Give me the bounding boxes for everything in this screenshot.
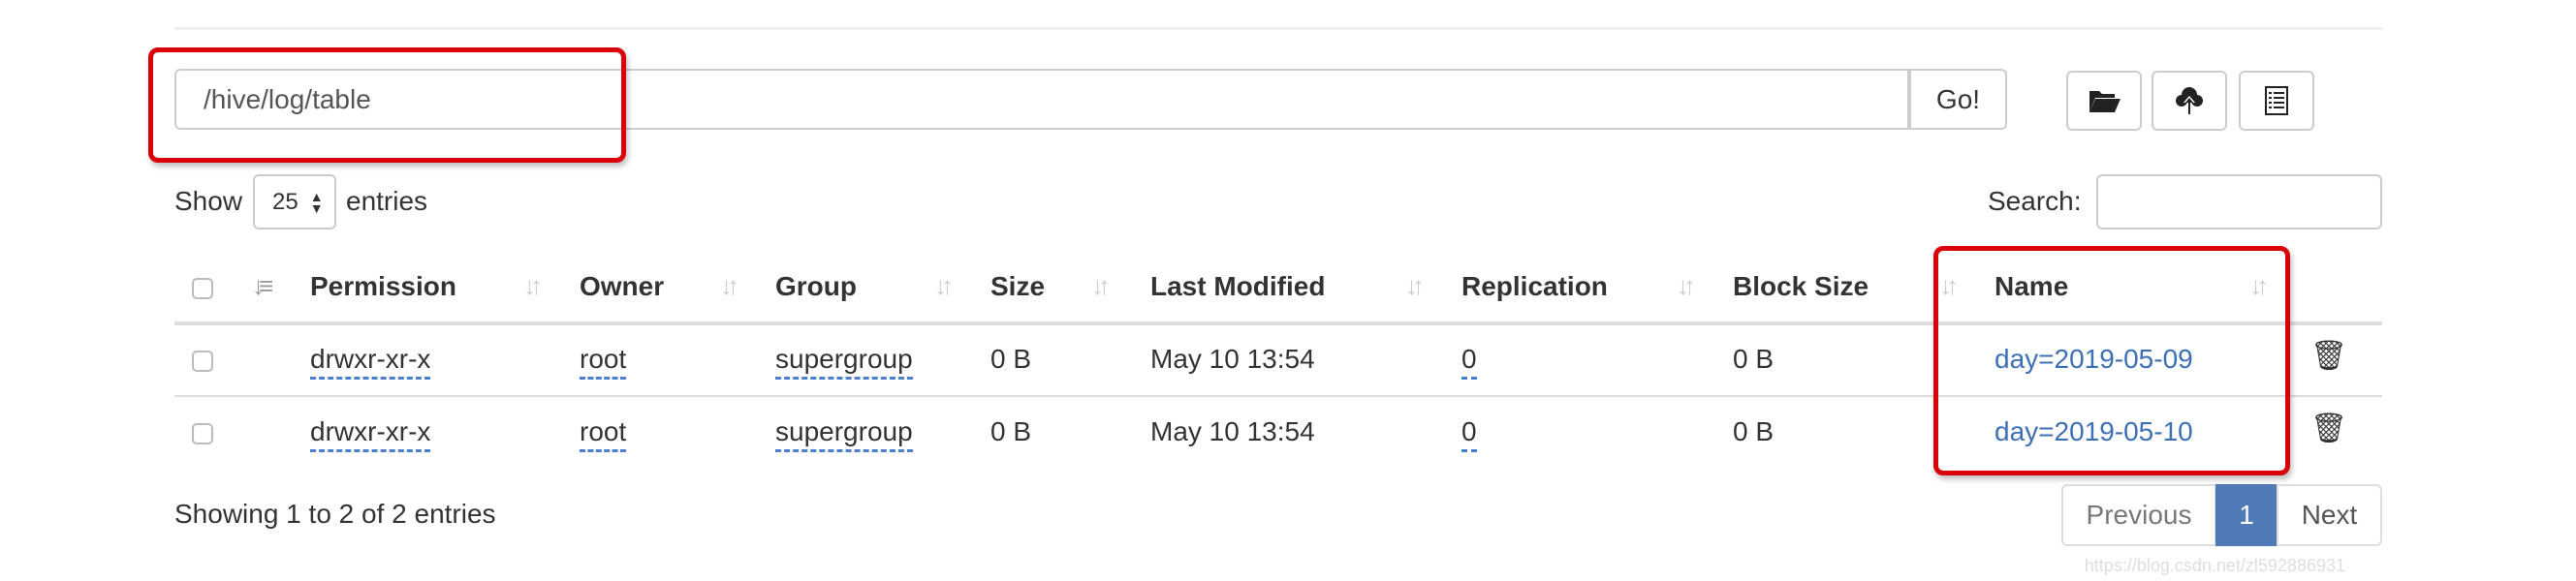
search-input[interactable] — [2096, 174, 2382, 229]
row-divider — [174, 395, 2382, 397]
upload-button[interactable] — [2152, 71, 2227, 131]
sort-icon[interactable]: ↓↑ — [720, 271, 739, 301]
table-info: Showing 1 to 2 of 2 entries — [174, 499, 496, 529]
owner-cell[interactable]: root — [580, 344, 627, 380]
previous-button[interactable]: Previous — [2061, 484, 2216, 546]
entries-value: 25 — [272, 188, 298, 215]
sort-icon[interactable]: ↓↑ — [934, 271, 954, 301]
size-cell: 0 B — [990, 344, 1032, 374]
sort-icon[interactable]: ↓↑ — [2249, 271, 2269, 301]
divider — [174, 27, 2382, 30]
show-label: Show — [174, 186, 243, 216]
create-directory-button[interactable] — [2066, 71, 2142, 131]
sort-icon[interactable]: ↓↑ — [1091, 271, 1111, 301]
column-header-name[interactable]: Name — [1995, 271, 2068, 302]
row-checkbox[interactable] — [192, 423, 213, 444]
folder-open-icon — [2089, 91, 2120, 112]
chevron-updown-icon: ▲ ▼ — [309, 188, 324, 216]
page-1-button[interactable]: 1 — [2215, 484, 2278, 546]
search-label: Search: — [1988, 186, 2082, 216]
name-link[interactable]: day=2019-05-09 — [1995, 344, 2193, 375]
replication-cell[interactable]: 0 — [1461, 344, 1477, 380]
name-link[interactable]: day=2019-05-10 — [1995, 416, 2193, 447]
group-cell[interactable]: supergroup — [775, 344, 913, 380]
size-cell: 0 B — [990, 416, 1032, 446]
trash-icon[interactable]: 🗑 — [2310, 412, 2347, 445]
sort-icon[interactable]: ↓↑ — [1939, 271, 1959, 301]
replication-cell[interactable]: 0 — [1461, 416, 1477, 452]
select-all-checkbox[interactable] — [192, 278, 213, 299]
group-cell[interactable]: supergroup — [775, 416, 913, 452]
sort-icon[interactable]: ↓↑ — [1405, 271, 1425, 301]
go-button[interactable]: Go! — [1909, 69, 2007, 130]
path-input[interactable] — [174, 69, 1909, 130]
next-button[interactable]: Next — [2277, 484, 2382, 546]
column-header-last-modified[interactable]: Last Modified — [1150, 271, 1325, 302]
watermark: https://blog.csdn.net/zl592886931 — [2084, 556, 2345, 575]
list-icon — [2265, 86, 2288, 115]
block-size-cell: 0 B — [1733, 416, 1775, 446]
modified-cell: May 10 13:54 — [1150, 344, 1315, 374]
column-header-replication[interactable]: Replication — [1461, 271, 1608, 302]
column-header-permission[interactable]: Permission — [310, 271, 456, 302]
sort-icon[interactable]: ↓↑ — [1677, 271, 1696, 301]
column-header-size[interactable]: Size — [990, 271, 1045, 302]
header-divider — [174, 321, 2382, 325]
block-size-cell: 0 B — [1733, 344, 1775, 374]
row-checkbox[interactable] — [192, 351, 213, 372]
cut-paste-button[interactable] — [2239, 71, 2314, 131]
column-header-group[interactable]: Group — [775, 271, 857, 302]
entries-label: entries — [346, 186, 428, 216]
owner-cell[interactable]: root — [580, 416, 627, 452]
modified-cell: May 10 13:54 — [1150, 416, 1315, 446]
cloud-upload-icon — [2176, 87, 2203, 114]
permission-cell[interactable]: drwxr-xr-x — [310, 344, 431, 380]
entries-select[interactable]: 25 ▲ ▼ — [253, 174, 336, 229]
column-header-owner[interactable]: Owner — [580, 271, 664, 302]
sort-asc-icon[interactable]: ↓≡ — [252, 271, 273, 301]
trash-icon[interactable]: 🗑 — [2310, 339, 2347, 373]
column-header-block-size[interactable]: Block Size — [1733, 271, 1869, 302]
sort-icon[interactable]: ↓↑ — [523, 271, 543, 301]
permission-cell[interactable]: drwxr-xr-x — [310, 416, 431, 452]
